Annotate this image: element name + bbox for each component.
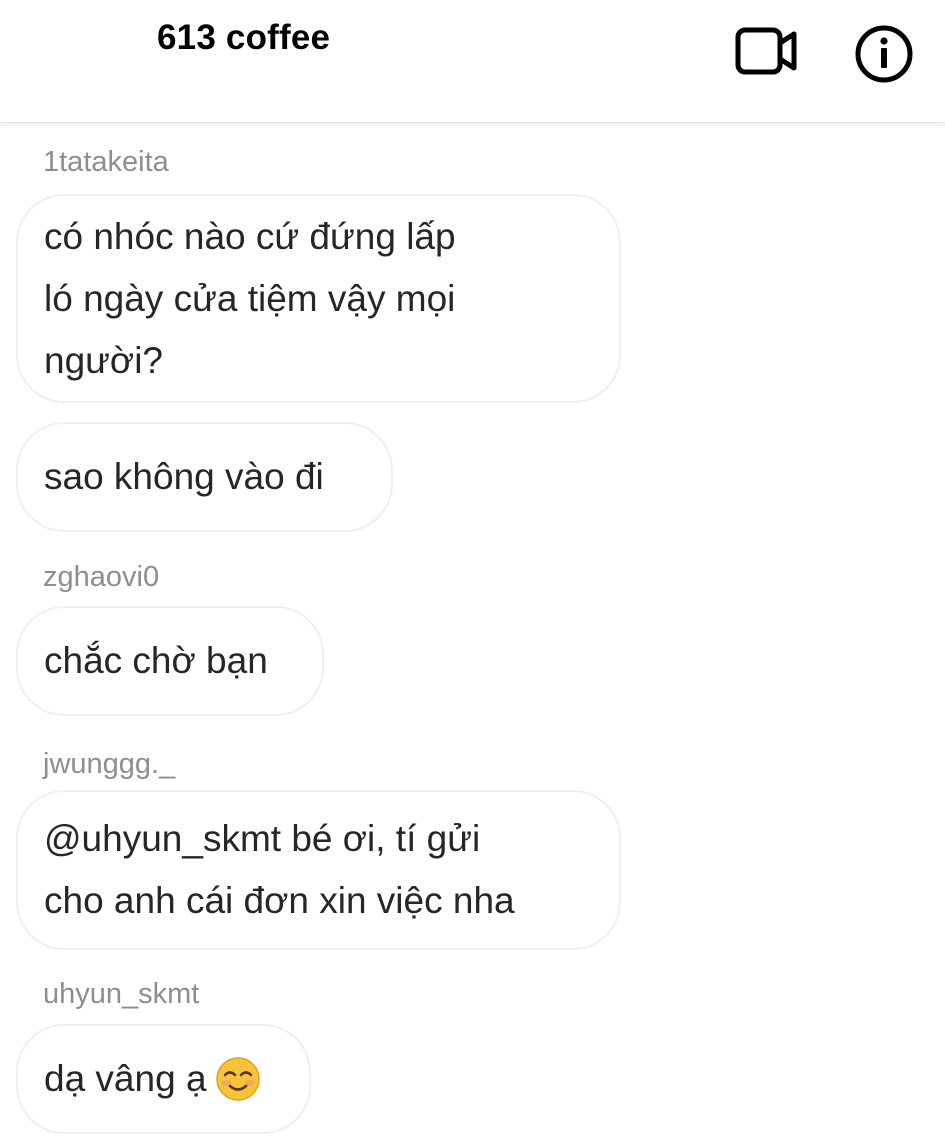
chat-title[interactable]: 613 coffee — [157, 18, 330, 58]
message-thread[interactable]: 1tatakeita có nhóc nào cứ đứng lấp ló ng… — [0, 123, 945, 1145]
sender-name: 1tatakeita — [43, 146, 169, 178]
video-camera-icon — [735, 27, 797, 75]
message-bubble[interactable]: sao không vào đi — [16, 422, 393, 532]
info-button[interactable] — [853, 25, 915, 83]
message-text: có nhóc nào cứ đứng lấp ló ngày cửa tiệm… — [44, 215, 456, 381]
message-bubble[interactable]: chắc chờ bạn — [16, 606, 324, 716]
sender-name: uhyun_skmt — [43, 978, 200, 1010]
message-bubble[interactable]: @uhyun_skmt bé ơi, tí gửi cho anh cái đơ… — [16, 790, 621, 950]
message-text: @uhyun_skmt bé ơi, tí gửi cho anh cái đơ… — [44, 818, 515, 921]
message-text: chắc chờ bạn — [44, 640, 268, 681]
message-text: dạ vâng ạ — [44, 1058, 207, 1099]
message-text: sao không vào đi — [44, 456, 324, 497]
video-call-button[interactable] — [734, 24, 800, 80]
sender-name: jwunggg._ — [43, 748, 176, 780]
message-bubble[interactable]: có nhóc nào cứ đứng lấp ló ngày cửa tiệm… — [16, 194, 621, 403]
info-circle-icon — [855, 25, 913, 83]
smiling-face-icon — [215, 1057, 260, 1101]
chat-header: 613 coffee — [0, 0, 945, 123]
sender-name: zghaovi0 — [43, 561, 160, 593]
message-bubble[interactable]: dạ vâng ạ — [16, 1024, 311, 1134]
